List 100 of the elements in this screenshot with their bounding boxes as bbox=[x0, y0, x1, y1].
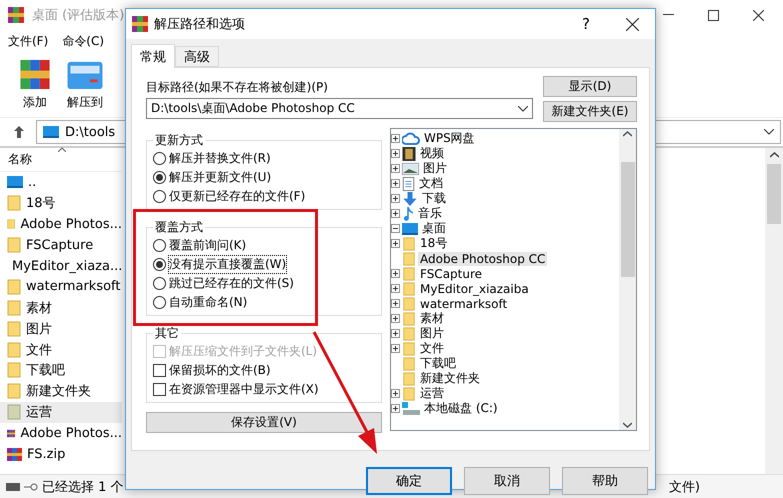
folder-icon bbox=[7, 342, 21, 358]
scrollbar[interactable] bbox=[765, 148, 783, 474]
toolbar-button[interactable]: 解压到 bbox=[62, 56, 108, 113]
expand-toggle[interactable] bbox=[391, 344, 400, 353]
app-logo-icon bbox=[132, 16, 148, 32]
file-name[interactable]: 运营 bbox=[26, 403, 52, 422]
file-name[interactable]: watermarksoft bbox=[26, 279, 120, 294]
radio-button[interactable] bbox=[153, 190, 166, 202]
chevron-down-icon[interactable] bbox=[518, 106, 528, 112]
tree-item[interactable]: 音乐 bbox=[416, 205, 444, 222]
folder-icon bbox=[402, 296, 416, 310]
archive-icon bbox=[7, 446, 22, 462]
document-icon bbox=[402, 176, 415, 190]
radio-button[interactable] bbox=[153, 258, 166, 270]
tree-item[interactable]: 图片 bbox=[421, 160, 449, 177]
scrollbar[interactable] bbox=[619, 129, 636, 430]
checkbox[interactable] bbox=[153, 382, 166, 396]
expand-toggle[interactable] bbox=[391, 389, 400, 398]
file-name[interactable]: Adobe Photos... bbox=[20, 426, 122, 441]
expand-toggle[interactable] bbox=[391, 149, 400, 158]
radio-button[interactable] bbox=[153, 276, 166, 290]
drive-icon bbox=[402, 402, 420, 415]
scrollbar-thumb[interactable] bbox=[767, 164, 781, 224]
scrollbar-thumb[interactable] bbox=[620, 162, 634, 277]
expand-toggle[interactable] bbox=[391, 134, 400, 143]
expand-toggle[interactable] bbox=[391, 179, 400, 188]
folder-tree[interactable]: WPS网盘 视频 图片 文档 下载 音乐 桌面 18号 Adobe Photoshop CC FSCapture MyEditor_xiazaiba watermarksoft 素材 图片 文件 下载吧 新建文件夹 运营 本地磁盘 (C:) bbox=[390, 128, 637, 431]
file-name[interactable]: 素材 bbox=[26, 298, 52, 317]
tree-item[interactable]: WPS网盘 bbox=[422, 130, 477, 147]
radio-button[interactable] bbox=[153, 238, 166, 252]
tab[interactable]: 常规 bbox=[131, 44, 175, 68]
tree-item[interactable]: 运营 bbox=[418, 385, 446, 402]
tree-item[interactable]: MyEditor_xiazaiba bbox=[418, 282, 531, 296]
toolbar-button[interactable]: 添加 bbox=[14, 56, 56, 113]
folder-icon bbox=[402, 372, 416, 386]
file-name[interactable]: 新建文件夹 bbox=[26, 382, 91, 400]
up-arrow-icon[interactable] bbox=[14, 126, 24, 138]
folder-icon bbox=[7, 362, 21, 378]
key-icon bbox=[24, 482, 38, 490]
radio-button[interactable] bbox=[153, 170, 166, 184]
status-text: 文件) bbox=[668, 478, 700, 496]
tree-item[interactable]: Adobe Photoshop CC bbox=[418, 252, 548, 266]
file-name[interactable]: FSCapture bbox=[26, 238, 94, 253]
expand-toggle[interactable] bbox=[391, 269, 400, 278]
column-header[interactable]: 名称 bbox=[8, 151, 32, 168]
menu-item[interactable]: 命令(C) bbox=[62, 32, 104, 50]
tree-item[interactable]: 文档 bbox=[417, 175, 445, 192]
folder-icon bbox=[402, 312, 416, 326]
tree-item[interactable]: 文件 bbox=[418, 340, 446, 357]
folder-icon bbox=[7, 320, 21, 337]
menu-item[interactable]: 文件(F) bbox=[8, 32, 48, 50]
tree-item[interactable]: 下载吧 bbox=[418, 355, 458, 372]
radio-button[interactable] bbox=[153, 152, 166, 164]
file-name[interactable]: 图片 bbox=[26, 320, 52, 338]
chevron-down-icon[interactable] bbox=[764, 129, 774, 135]
folder-icon bbox=[402, 282, 416, 296]
dialog-button[interactable]: 取消 bbox=[464, 467, 550, 495]
tree-item[interactable]: 视频 bbox=[418, 145, 446, 162]
tree-item[interactable]: 新建文件夹 bbox=[418, 370, 482, 387]
save-settings-button[interactable]: 保存设置(V) bbox=[146, 412, 382, 433]
file-name[interactable]: MyEditor_xiaza... bbox=[12, 258, 122, 274]
app-logo-icon bbox=[8, 7, 24, 23]
file-name[interactable]: FS.zip bbox=[27, 446, 66, 462]
scroll-up-icon[interactable] bbox=[623, 131, 632, 137]
tree-item[interactable]: 本地磁盘 (C:) bbox=[422, 400, 500, 417]
dialog-button[interactable]: 新建文件夹(E) bbox=[543, 101, 637, 122]
file-name[interactable]: 18号 bbox=[26, 194, 56, 212]
expand-toggle[interactable] bbox=[391, 329, 400, 338]
maximize-icon bbox=[708, 10, 718, 20]
file-name[interactable]: 下载吧 bbox=[26, 361, 65, 380]
tab[interactable]: 高级 bbox=[175, 46, 219, 67]
radio-button[interactable] bbox=[153, 296, 166, 308]
scroll-down-icon[interactable] bbox=[623, 422, 632, 428]
expand-toggle[interactable] bbox=[391, 209, 400, 218]
file-name[interactable]: Adobe Photos... bbox=[20, 216, 122, 232]
expand-toggle[interactable] bbox=[391, 299, 400, 308]
folder-icon bbox=[402, 386, 416, 400]
tree-item[interactable]: 素材 bbox=[418, 310, 446, 327]
tree-item[interactable]: 桌面 bbox=[420, 220, 448, 237]
path-combobox[interactable]: D:\tools\桌面\Adobe Photoshop CC bbox=[146, 98, 533, 119]
dialog-button[interactable]: 显示(D) bbox=[543, 76, 637, 97]
expand-toggle[interactable] bbox=[391, 284, 400, 293]
dialog-button[interactable]: 帮助 bbox=[562, 467, 648, 495]
collapse-toggle[interactable] bbox=[391, 224, 400, 233]
help-button[interactable]: ? bbox=[563, 9, 609, 39]
file-name[interactable]: 文件 bbox=[26, 340, 52, 359]
tree-item[interactable]: 下载 bbox=[420, 190, 448, 207]
expand-toggle[interactable] bbox=[391, 314, 400, 323]
file-name[interactable]: .. bbox=[28, 174, 36, 190]
tree-item[interactable]: 18号 bbox=[418, 235, 450, 252]
dialog-button[interactable]: 确定 bbox=[366, 467, 452, 495]
tree-item[interactable]: watermarksoft bbox=[418, 296, 510, 310]
expand-toggle[interactable] bbox=[391, 194, 400, 203]
expand-toggle[interactable] bbox=[391, 239, 400, 248]
expand-toggle[interactable] bbox=[391, 404, 400, 413]
checkbox[interactable] bbox=[153, 364, 166, 376]
scroll-up-icon[interactable] bbox=[770, 152, 778, 158]
tree-item[interactable]: 图片 bbox=[418, 325, 446, 342]
tree-item[interactable]: FSCapture bbox=[418, 266, 484, 280]
expand-toggle[interactable] bbox=[391, 164, 400, 173]
